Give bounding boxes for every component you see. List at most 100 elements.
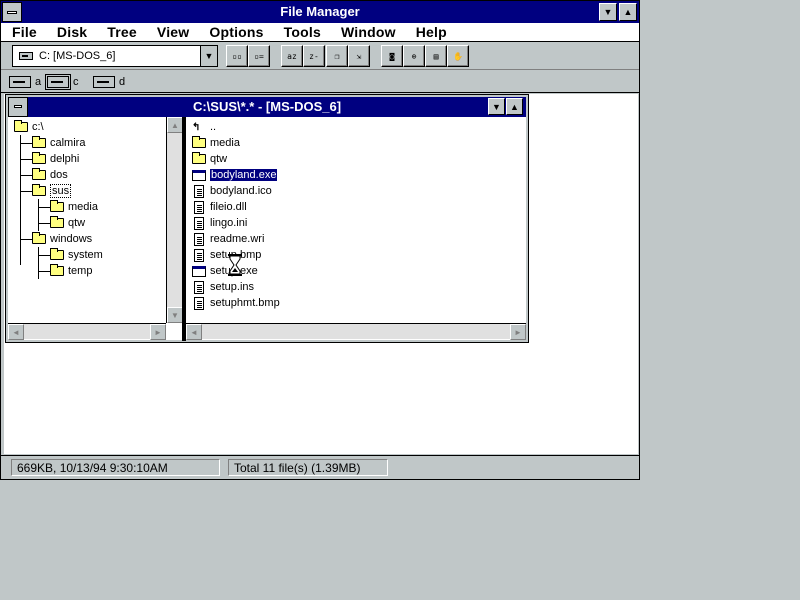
file-list[interactable]: ↰.. media qtw bodyland.exe bodyland.ico filei… [186,117,508,323]
copy-button[interactable]: ❐ [326,45,348,67]
down-arrow-icon: ▼ [171,310,179,320]
file-list-item[interactable]: lingo.ini [192,215,247,231]
tree-item[interactable]: dos [32,167,68,183]
tree-item[interactable]: qtw [50,215,85,231]
combo-dropdown-button[interactable]: ▼ [200,46,217,66]
tree-item[interactable]: system [50,247,103,263]
scroll-left-button[interactable]: ◄ [186,324,202,340]
scroll-left-button[interactable]: ◄ [8,324,24,340]
file-name: setuphmt.bmp [210,297,280,309]
scroll-up-button[interactable]: ▲ [167,117,183,133]
folder-icon [32,152,46,164]
tree-item[interactable]: media [50,199,98,215]
file-name: setup.ins [210,281,255,293]
tree-horizontal-scrollbar[interactable]: ◄ ► [8,323,166,340]
menu-file[interactable]: File [1,23,47,41]
scroll-right-button[interactable]: ► [510,324,526,340]
document-icon [194,216,204,230]
tree-connector-line [20,135,21,265]
tree-item[interactable]: c:\ [14,119,44,135]
file-manager-window: File Manager ▼ ▲ File Disk Tree View Opt… [0,0,640,480]
file-name: readme.wri [210,233,265,245]
minimize-button[interactable]: ▼ [599,3,617,21]
tree-item[interactable]: windows [32,231,92,247]
menu-disk[interactable]: Disk [47,23,97,41]
directory-tree[interactable]: c:\ calmira delphi dos sus media qtw windows sys… [8,117,166,323]
menu-bar: File Disk Tree View Options Tools Window… [1,23,639,42]
file-list-item[interactable]: setup.ins [192,279,254,295]
connect-drive-button[interactable]: ◙ [381,45,403,67]
file-list-item[interactable]: ↰.. [192,119,216,135]
menu-options[interactable]: Options [199,23,273,41]
tree-connector-line [20,159,32,160]
details-button[interactable]: ▫= [248,45,270,67]
right-arrow-icon: ► [514,327,522,337]
list-icons-button[interactable]: ▫▫ [226,45,248,67]
stop-share-button[interactable]: ✋ [447,45,469,67]
scroll-down-button[interactable]: ▼ [167,307,183,323]
file-list-item[interactable]: fileio.dll [192,199,247,215]
left-arrow-icon: ◄ [190,327,198,337]
drive-combo[interactable]: C: [MS-DOS_6] ▼ [12,45,218,67]
open-folder-icon [32,184,46,196]
menu-view[interactable]: View [147,23,199,41]
drive-d[interactable]: d [93,73,125,91]
scroll-right-button[interactable]: ► [150,324,166,340]
tree-item-label: media [68,201,98,213]
drive-a-label: a [35,76,42,88]
sort-name-button[interactable]: az [281,45,303,67]
tree-connector-line [38,271,50,272]
program-icon [192,265,206,277]
file-list-item[interactable]: bodyland.exe [192,167,278,183]
move-button[interactable]: ⇲ [348,45,370,67]
tree-item-label: calmira [50,137,86,149]
network-drive-icon: ◙ [389,51,395,61]
directory-window: C:\SUS\*.* - [MS-DOS_6] ▼ ▲ c:\ calmira de… [5,94,529,343]
tree-item[interactable]: delphi [32,151,79,167]
menu-tree[interactable]: Tree [97,23,147,41]
tree-item-label: qtw [68,217,86,229]
status-bar: 669KB, 10/13/94 9:30:10AM Total 11 file(… [1,455,639,479]
file-list-item[interactable]: readme.wri [192,231,264,247]
sort-name-icon: az [287,51,297,61]
status-total: Total 11 file(s) (1.39MB) [228,459,388,476]
tree-vertical-scrollbar[interactable]: ▲ ▼ [166,117,183,323]
file-name: lingo.ini [210,217,248,229]
tree-item[interactable]: calmira [32,135,85,151]
menu-window[interactable]: Window [331,23,406,41]
directory-window-title-bar[interactable]: C:\SUS\*.* - [MS-DOS_6] ▼ ▲ [8,97,526,117]
drive-c[interactable]: c [45,73,79,91]
file-list-item[interactable]: qtw [192,151,227,167]
maximize-button[interactable]: ▲ [619,3,637,21]
menu-tools[interactable]: Tools [274,23,331,41]
directory-window-title: C:\SUS\*.* - [MS-DOS_6] [192,99,342,114]
menu-help[interactable]: Help [406,23,457,41]
file-list-item[interactable]: setup.bmp [192,247,261,263]
folder-icon [32,232,46,244]
file-list-item[interactable]: bodyland.ico [192,183,272,199]
drive-a[interactable]: a [9,73,41,91]
file-name: bodyland.exe [210,169,278,181]
title-bar[interactable]: File Manager ▼ ▲ [1,1,639,23]
file-list-item[interactable]: setuphmt.bmp [192,295,280,311]
parent-directory-icon: ↰ [192,121,201,133]
tree-item[interactable]: sus [32,183,72,199]
file-list-item[interactable]: setup.exe [192,263,258,279]
right-arrow-icon: ► [154,327,162,337]
child-minimize-button[interactable]: ▼ [488,98,505,115]
tree-item[interactable]: temp [50,263,92,279]
file-name: bodyland.ico [210,185,272,197]
document-icon [194,200,204,214]
sort-type-button[interactable]: z- [303,45,325,67]
file-list-item[interactable]: media [192,135,240,151]
list-horizontal-scrollbar[interactable]: ◄ ► [186,323,526,340]
up-arrow-icon: ▲ [623,7,633,17]
down-arrow-icon: ▼ [603,7,613,17]
cdrom-drive-icon [93,76,115,88]
share-button[interactable]: ▤ [425,45,447,67]
hourglass-cursor-icon [228,254,242,276]
list-icon: ▫▫ [232,51,242,61]
disconnect-drive-button[interactable]: ⊕ [403,45,425,67]
folder-icon [14,120,28,132]
child-maximize-button[interactable]: ▲ [506,98,523,115]
